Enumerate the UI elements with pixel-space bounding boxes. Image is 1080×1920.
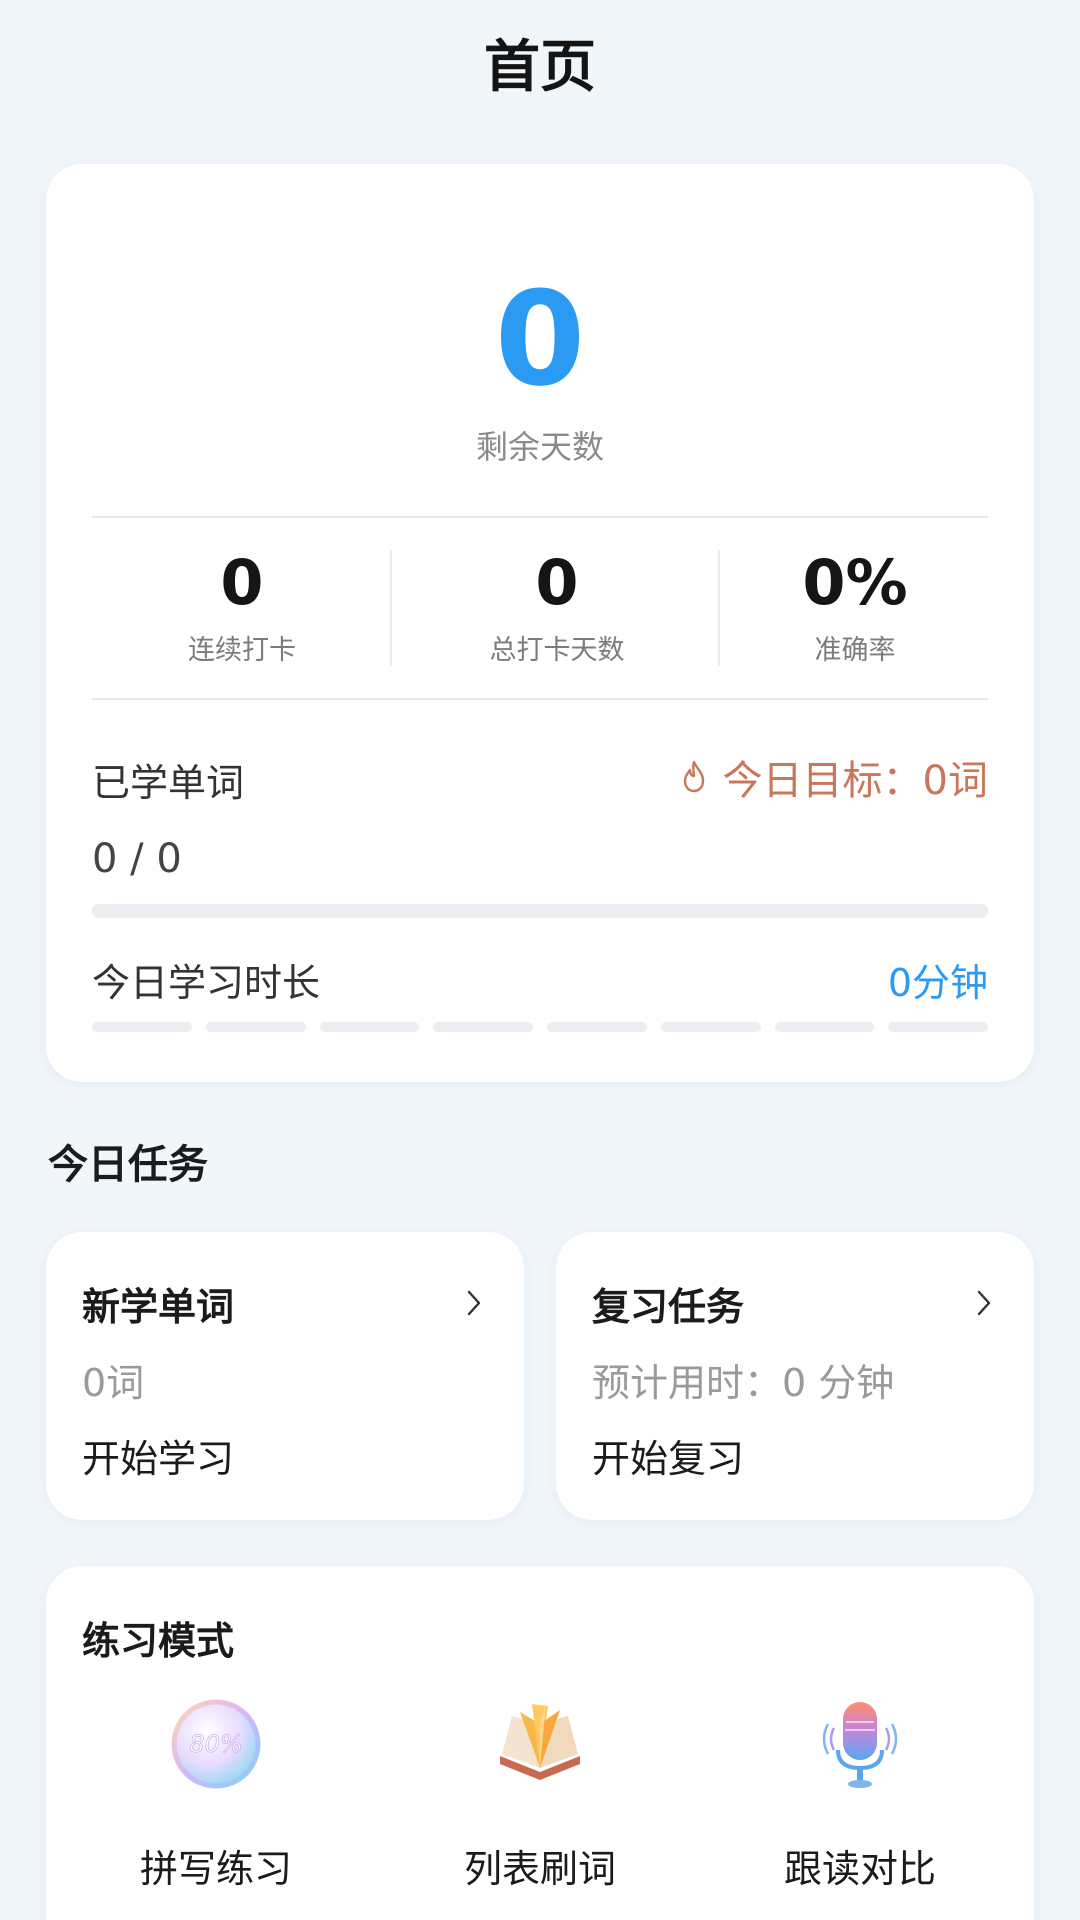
- task-subtitle: 预计用时：0 分钟: [592, 1361, 895, 1405]
- stat-accuracy-label: 准确率: [814, 635, 896, 666]
- task-title: 复习任务: [592, 1285, 745, 1329]
- remaining-days-label: 剩余天数: [475, 428, 604, 466]
- duration-segment: [547, 1022, 647, 1032]
- duration-segment: [319, 1022, 420, 1032]
- duration-segment: [660, 1022, 761, 1032]
- daily-goal: 今日目标：0词: [679, 748, 988, 806]
- stat-streak-label: 连续打卡: [188, 635, 296, 666]
- practice-mode-label: 列表刷词: [463, 1847, 616, 1891]
- practice-title: 练习模式: [82, 1619, 235, 1663]
- stat-total-days-value: 0: [535, 546, 579, 619]
- duration-segment: [888, 1022, 988, 1032]
- flame-icon: [683, 760, 704, 793]
- duration-segment: [205, 1022, 306, 1032]
- open-book-icon: [500, 1702, 580, 1780]
- start-review-button[interactable]: 开始复习: [592, 1428, 744, 1483]
- practice-modes-card: 练习模式 80% 拼写练习 列表刷词 跟读对比: [46, 1566, 1034, 1920]
- remaining-days-value: 0: [494, 263, 586, 415]
- practice-mode-label: 跟读对比: [783, 1847, 936, 1891]
- start-learning-button[interactable]: 开始学习: [82, 1428, 234, 1483]
- chevron-right-icon: [467, 1290, 481, 1316]
- learned-words-label: 已学单词: [92, 761, 245, 805]
- practice-mode-list-review[interactable]: 列表刷词: [390, 1694, 690, 1893]
- duration-segment: [433, 1022, 533, 1032]
- stat-accuracy-value: 0%: [802, 546, 908, 619]
- task-title: 新学单词: [82, 1285, 235, 1329]
- percent-badge-icon: 80%: [171, 1699, 261, 1789]
- stat-streak: 0 连续打卡: [92, 546, 392, 666]
- duration-segment: [92, 1022, 192, 1032]
- microphone-icon: [822, 1702, 898, 1788]
- divider: [92, 698, 988, 700]
- study-duration-segments: [92, 1022, 988, 1032]
- svg-text:80%: 80%: [189, 1730, 242, 1758]
- stat-streak-value: 0: [220, 546, 264, 619]
- practice-mode-label: 拼写练习: [139, 1847, 292, 1891]
- divider: [92, 516, 988, 518]
- stat-total-days: 0 总打卡天数: [392, 546, 722, 666]
- learned-progress-bar: [92, 904, 988, 918]
- stat-total-days-label: 总打卡天数: [489, 635, 625, 666]
- new-words-task-card[interactable]: 新学单词 0词 开始学习: [46, 1232, 524, 1520]
- study-duration-value: 0分钟: [887, 961, 988, 1005]
- daily-goal-text: 今日目标：0词: [722, 758, 988, 804]
- stats-card: 0 剩余天数 0 连续打卡 0 总打卡天数 0% 准确率 已学单词 今日目标：0…: [46, 164, 1034, 1082]
- page-title: 首页: [484, 35, 596, 100]
- study-duration-label: 今日学习时长: [92, 961, 321, 1005]
- chevron-right-icon: [977, 1290, 991, 1316]
- stat-accuracy: 0% 准确率: [722, 546, 988, 666]
- section-title-tasks: 今日任务: [48, 1142, 208, 1188]
- learned-words-count: 0 / 0: [92, 836, 182, 882]
- stat-separator: [718, 550, 720, 666]
- practice-mode-spelling[interactable]: 80% 拼写练习: [66, 1694, 366, 1893]
- duration-segment: [774, 1022, 875, 1032]
- task-subtitle: 0词: [82, 1361, 145, 1405]
- practice-mode-shadowing[interactable]: 跟读对比: [710, 1694, 1010, 1893]
- review-task-card[interactable]: 复习任务 预计用时：0 分钟 开始复习: [556, 1232, 1034, 1520]
